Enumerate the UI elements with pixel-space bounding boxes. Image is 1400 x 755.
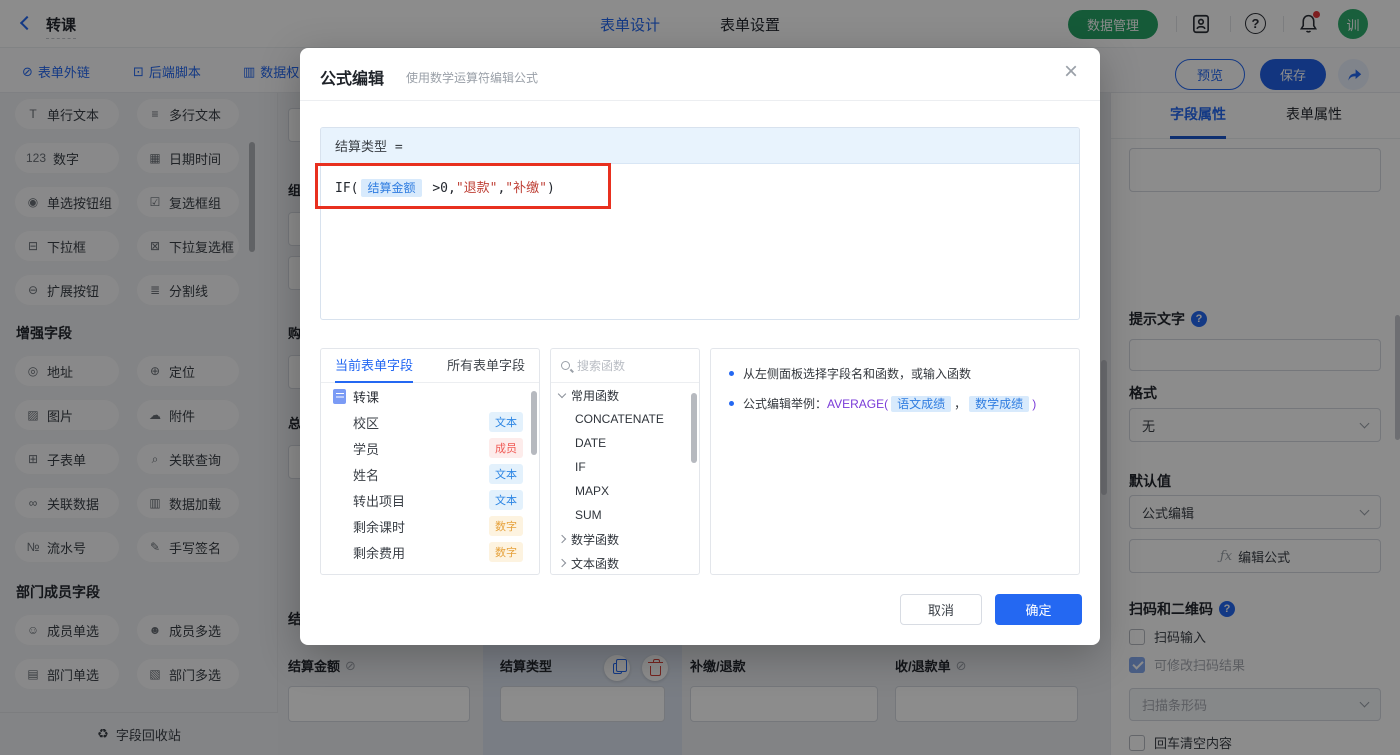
formula-token: )	[547, 181, 555, 196]
help-tip-1: 从左侧面板选择字段名和函数，或输入函数	[729, 365, 1061, 383]
variable-row[interactable]: 剩余课时 数字	[321, 513, 539, 539]
function-group-name: 数学函数	[571, 531, 619, 548]
formula-editor: 结算类型 = IF(结算金额 >0,"退款","补缴")	[320, 127, 1080, 320]
chevron-down-icon	[558, 389, 566, 397]
bullet-icon	[729, 371, 734, 376]
help-token: AVERAGE(	[827, 397, 888, 411]
help-token: 公式编辑举例：	[743, 397, 827, 411]
function-group-row[interactable]: 文本函数	[551, 551, 699, 575]
function-search-input[interactable]	[577, 359, 677, 373]
type-badge: 数字	[489, 542, 523, 562]
help-token: ，	[954, 397, 966, 411]
field-chip: 语文成绩	[891, 396, 951, 412]
modal-title: 公式编辑	[320, 65, 384, 89]
type-badge: 文本	[489, 464, 523, 484]
variable-root-row[interactable]: 转课	[321, 383, 539, 409]
variable-name: 剩余课时	[353, 517, 405, 536]
variable-name: 剩余费用	[353, 543, 405, 562]
formula-token: "退款"	[456, 181, 498, 196]
search-icon	[561, 361, 570, 370]
help-tip-2: 公式编辑举例：AVERAGE(语文成绩，数学成绩)	[729, 395, 1061, 413]
function-group-row[interactable]: 数学函数	[551, 527, 699, 551]
variables-tabs: 当前表单字段所有表单字段	[321, 349, 539, 383]
variable-name: 转出项目	[353, 491, 405, 510]
formula-token: >0,	[425, 181, 456, 196]
form-doc-icon	[333, 389, 346, 404]
chevron-right-icon	[558, 559, 566, 567]
variable-row[interactable]: 学员 成员	[321, 435, 539, 461]
function-item[interactable]: CONCATENATE	[551, 407, 699, 431]
formula-target: 结算类型 =	[321, 128, 1079, 164]
function-group-row[interactable]: 常用函数	[551, 383, 699, 407]
field-chip[interactable]: 结算金额	[361, 179, 421, 197]
field-chip: 数学成绩	[969, 396, 1029, 412]
variable-name: 校区	[353, 413, 379, 432]
function-item[interactable]: DATE	[551, 431, 699, 455]
function-group-name: 常用函数	[571, 387, 619, 404]
close-icon[interactable]: ×	[1064, 60, 1078, 84]
formula-editor-modal: 公式编辑 使用数学运算符编辑公式 × 结算类型 = IF(结算金额 >0,"退款…	[300, 48, 1100, 645]
formula-token: IF(	[335, 181, 358, 196]
variables-panel: 当前表单字段所有表单字段 转课校区文本学员成员姓名文本转出项目文本剩余课时数字剩…	[320, 348, 540, 575]
variable-row[interactable]: 校区 文本	[321, 409, 539, 435]
variable-row[interactable]: 姓名 文本	[321, 461, 539, 487]
formula-input-area[interactable]: IF(结算金额 >0,"退款","补缴")	[321, 164, 1079, 209]
chevron-right-icon	[558, 535, 566, 543]
variables-tab-1[interactable]: 所有表单字段	[447, 349, 525, 383]
formula-help-panel: 从左侧面板选择字段名和函数，或输入函数 公式编辑举例：AVERAGE(语文成绩，…	[710, 348, 1080, 575]
type-badge: 文本	[489, 490, 523, 510]
variable-root-name: 转课	[353, 387, 379, 406]
formula-token: "补缴"	[505, 181, 547, 196]
cancel-button[interactable]: 取消	[900, 594, 982, 625]
confirm-button[interactable]: 确定	[995, 594, 1082, 625]
type-badge: 数字	[489, 516, 523, 536]
variables-scrollbar[interactable]	[531, 391, 537, 455]
variable-name: 姓名	[353, 465, 379, 484]
type-badge: 成员	[489, 438, 523, 458]
function-item[interactable]: MAPX	[551, 479, 699, 503]
variable-row[interactable]: 剩余费用 数字	[321, 539, 539, 565]
function-search	[551, 349, 699, 383]
bullet-icon	[729, 401, 734, 406]
modal-header: 公式编辑 使用数学运算符编辑公式 ×	[300, 48, 1100, 101]
functions-scrollbar[interactable]	[691, 393, 697, 463]
functions-panel: 常用函数 CONCATENATEDATEIFMAPXSUM 数学函数文本函数	[550, 348, 700, 575]
function-group-name: 文本函数	[571, 555, 619, 572]
function-item[interactable]: SUM	[551, 503, 699, 527]
variable-row[interactable]: 转出项目 文本	[321, 487, 539, 513]
modal-subtitle: 使用数学运算符编辑公式	[406, 69, 538, 86]
variable-name: 学员	[353, 439, 379, 458]
page: 转课 表单设计表单设置 数据管理 ? 训 ⊘表单外链⊡后端脚本▥数据权限 预	[0, 0, 1400, 755]
help-token: )	[1032, 397, 1036, 411]
type-badge: 文本	[489, 412, 523, 432]
function-item[interactable]: IF	[551, 455, 699, 479]
variables-tab-0[interactable]: 当前表单字段	[335, 349, 413, 383]
